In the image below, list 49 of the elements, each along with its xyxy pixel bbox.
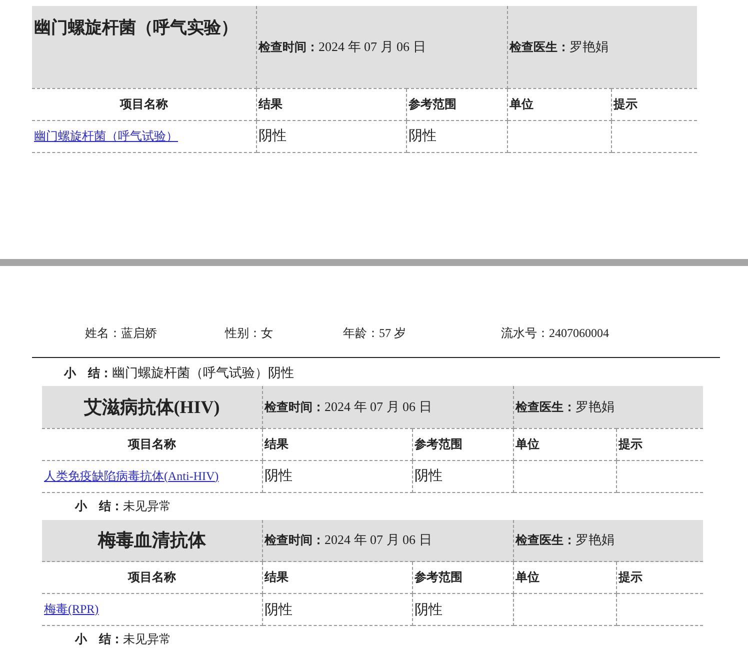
summary-label: 小 结： bbox=[75, 498, 123, 512]
table-cell: 阴性 bbox=[256, 120, 406, 152]
doctor-name: 罗艳娟 bbox=[570, 38, 608, 54]
doctor-name: 罗艳娟 bbox=[576, 398, 614, 414]
column-header: 单位 bbox=[513, 562, 616, 594]
table-cell: 阴性 bbox=[262, 460, 412, 492]
doctor-label: 检查医生： bbox=[510, 40, 570, 54]
section-title: 幽门螺旋杆菌（呼气实验） bbox=[32, 6, 256, 88]
exam-time-value: 2024 年 07 月 06 日 bbox=[324, 398, 432, 414]
table-cell: 阴性 bbox=[406, 120, 507, 152]
column-header: 提示 bbox=[616, 562, 703, 594]
exam-time-label: 检查时间： bbox=[264, 400, 324, 414]
column-header: 提示 bbox=[616, 428, 703, 460]
section-title: 梅毒血清抗体 bbox=[42, 520, 262, 562]
doctor-name: 罗艳娟 bbox=[576, 532, 614, 548]
doctor-label: 检查医生： bbox=[516, 533, 576, 548]
patient-info: 姓名：蓝启娇 bbox=[85, 325, 158, 342]
column-header: 结果 bbox=[262, 428, 412, 460]
column-header: 项目名称 bbox=[42, 562, 262, 594]
column-header: 参考范围 bbox=[412, 562, 513, 594]
table-cell: 阴性 bbox=[412, 594, 513, 626]
exam-time-value: 2024 年 07 月 06 日 bbox=[318, 38, 426, 54]
summary-text: 未见异常 bbox=[123, 498, 171, 512]
table-cell: 阴性 bbox=[262, 594, 412, 626]
exam-time-value: 2024 年 07 月 06 日 bbox=[324, 532, 432, 548]
test-name-link[interactable]: 人类免疫缺陷病毒抗体(Anti-HIV) bbox=[44, 468, 219, 482]
summary-label: 小 结： bbox=[75, 632, 123, 646]
summary-text: 幽门螺旋杆菌（呼气试验）阴性 bbox=[112, 365, 294, 380]
column-header: 参考范围 bbox=[412, 428, 513, 460]
test-name-link[interactable]: 梅毒(RPR) bbox=[44, 602, 99, 616]
column-header: 提示 bbox=[611, 88, 697, 120]
column-header: 单位 bbox=[507, 88, 611, 120]
doctor-label: 检查医生： bbox=[516, 400, 576, 414]
exam-time-label: 检查时间： bbox=[258, 40, 318, 54]
table-cell: 阴性 bbox=[412, 460, 513, 492]
column-header: 项目名称 bbox=[42, 428, 262, 460]
patient-info: 流水号：2407060004 bbox=[501, 325, 610, 342]
column-header: 项目名称 bbox=[32, 88, 256, 120]
exam-time-label: 检查时间： bbox=[264, 533, 324, 548]
patient-info: 性别：女 bbox=[225, 325, 274, 342]
column-header: 结果 bbox=[262, 562, 412, 594]
column-header: 结果 bbox=[256, 88, 406, 120]
test-name-link[interactable]: 幽门螺旋杆菌（呼气试验） bbox=[34, 128, 178, 142]
column-header: 单位 bbox=[513, 428, 616, 460]
summary-text: 未见异常 bbox=[123, 632, 171, 646]
column-header: 参考范围 bbox=[406, 88, 507, 120]
section-title: 艾滋病抗体(HIV) bbox=[42, 386, 262, 428]
patient-info: 年龄：57 岁 bbox=[343, 325, 407, 342]
summary-label: 小 结： bbox=[64, 366, 112, 380]
